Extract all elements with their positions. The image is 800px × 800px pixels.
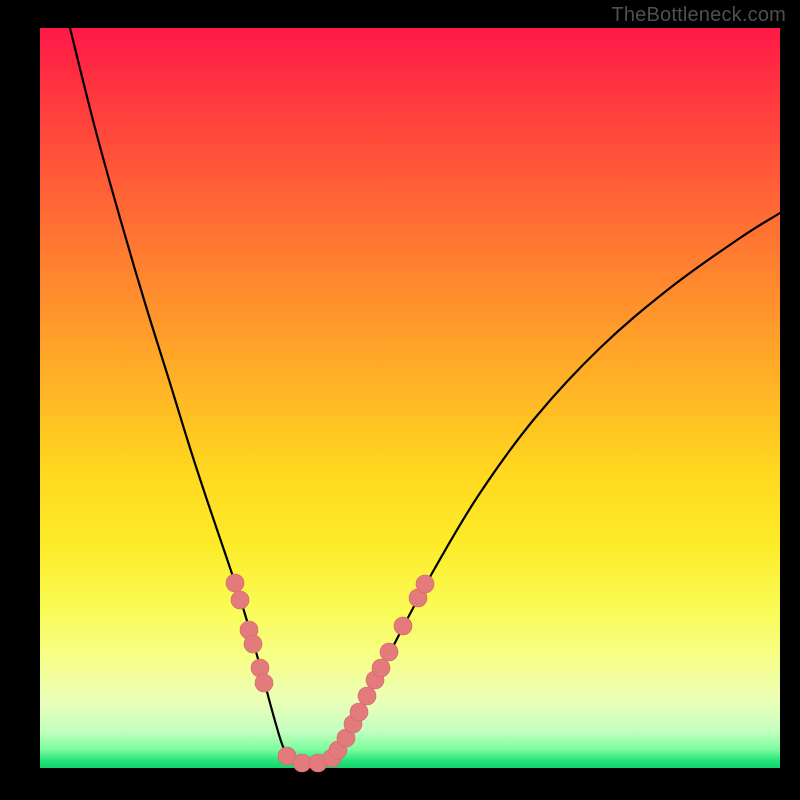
- curve-svg: [40, 28, 780, 768]
- bead-point: [394, 617, 412, 635]
- chart-frame: TheBottleneck.com: [0, 0, 800, 800]
- bead-point: [358, 687, 376, 705]
- bead-point: [226, 574, 244, 592]
- curve-right-branch: [330, 213, 780, 760]
- plot-area: [40, 28, 780, 768]
- bead-point: [255, 674, 273, 692]
- bead-point: [380, 643, 398, 661]
- bead-point: [416, 575, 434, 593]
- bead-point: [244, 635, 262, 653]
- bead-group: [226, 574, 434, 772]
- bead-point: [350, 703, 368, 721]
- bead-point: [293, 754, 311, 772]
- bead-point: [372, 659, 390, 677]
- bead-point: [231, 591, 249, 609]
- watermark-text: TheBottleneck.com: [611, 4, 786, 27]
